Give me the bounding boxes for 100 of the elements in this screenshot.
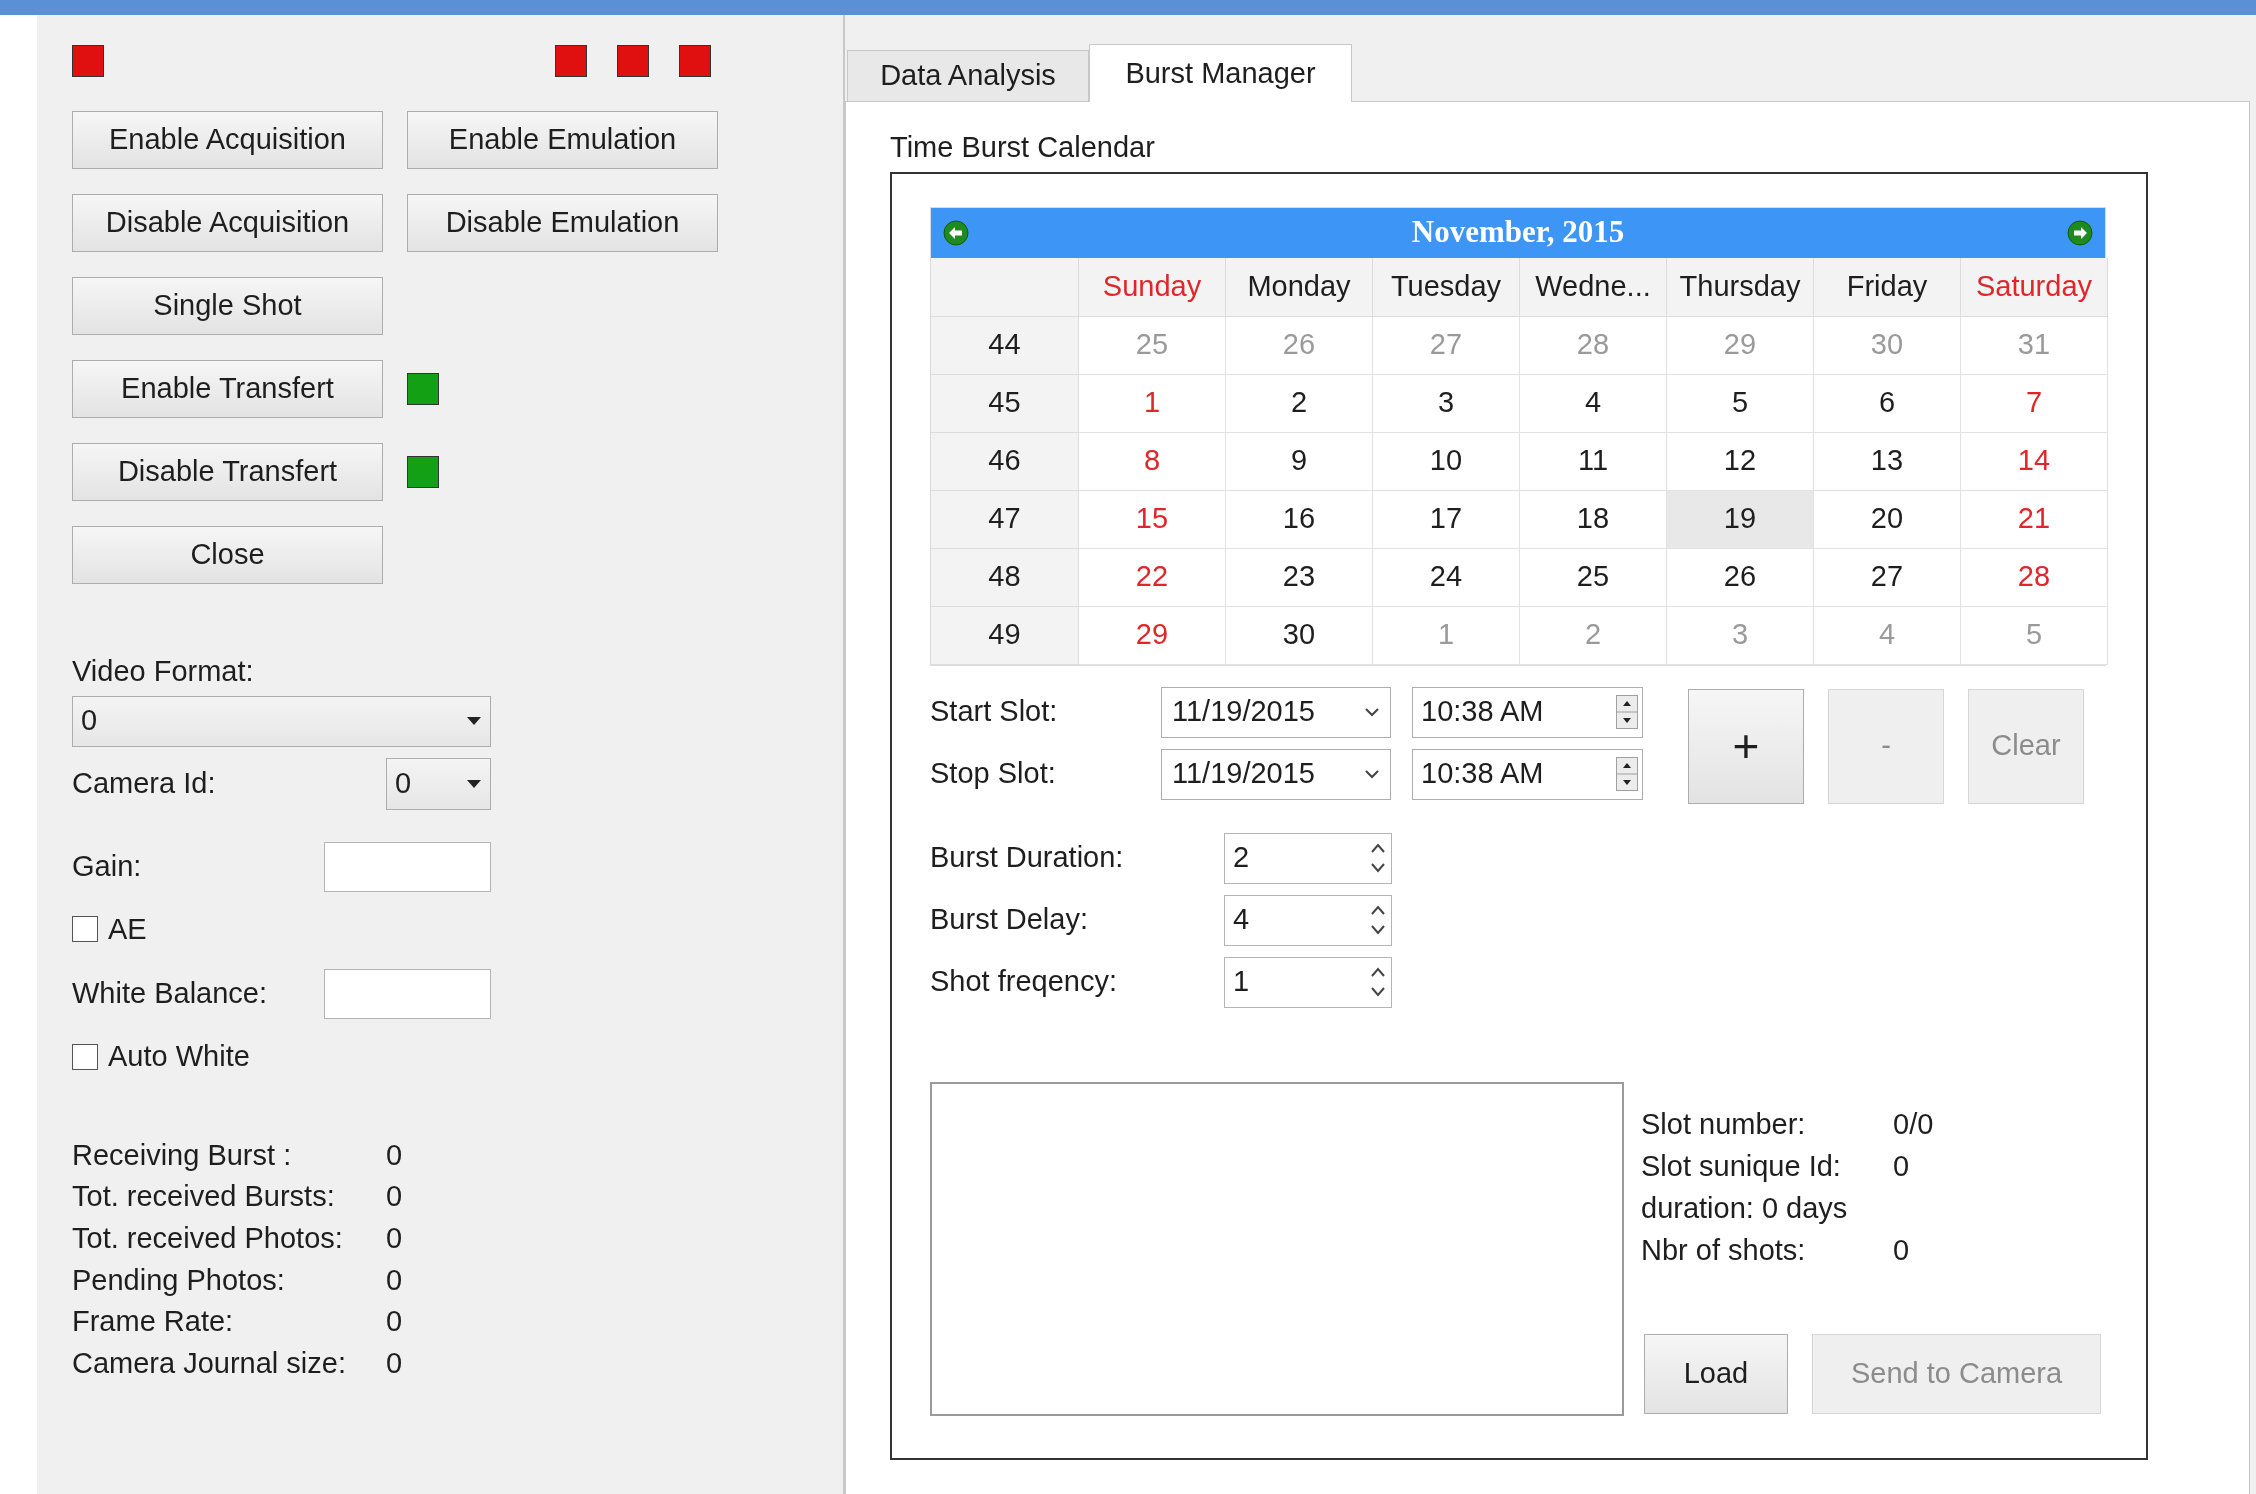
action-button[interactable]: Close [72,526,383,584]
action-button[interactable]: Enable Transfert [72,360,383,418]
checkbox-label: AE [108,911,147,947]
number-spinbox[interactable]: 1 [1224,956,1392,1008]
slot-label: Stop Slot: [930,756,1057,792]
day-cell[interactable]: 17 [1373,490,1520,549]
action-button[interactable]: Enable Emulation [407,111,718,169]
checkbox[interactable] [72,1043,98,1070]
weekday-header: Sunday [1079,257,1226,317]
week-number: 49 [931,606,1079,665]
day-cell[interactable]: 15 [1079,490,1226,549]
day-cell[interactable]: 4 [1520,374,1667,433]
next-month-icon[interactable] [2067,219,2093,246]
field-label: Gain: [72,848,142,884]
day-cell[interactable]: 6 [1814,374,1961,433]
previous-month-icon[interactable] [943,219,969,246]
day-cell[interactable]: 25 [1520,548,1667,607]
number-spinbox[interactable]: 2 [1224,832,1392,884]
day-cell[interactable]: 11 [1520,432,1667,491]
stat-label: Camera Journal size: [72,1346,347,1382]
field-label: White Balance: [72,976,268,1012]
day-cell[interactable]: 29 [1079,606,1226,665]
info-value: 0 [1893,1148,1910,1184]
action-button[interactable]: Disable Transfert [72,443,383,501]
day-cell[interactable]: 1 [1079,374,1226,433]
weekday-header: Wedne... [1520,257,1667,317]
group-title: Time Burst Calendar [890,130,1156,165]
day-cell[interactable]: 26 [1667,548,1814,607]
weekday-header: Friday [1814,257,1961,317]
date-dropdown[interactable]: 11/19/2015 [1161,748,1391,800]
day-cell[interactable]: 12 [1667,432,1814,491]
stat-label: Pending Photos: [72,1262,286,1298]
day-cell[interactable]: 16 [1226,490,1373,549]
day-cell[interactable]: 21 [1961,490,2108,549]
video-format-dropdown[interactable]: 0 [72,695,491,747]
week-number: 45 [931,374,1079,433]
spin-arrows-icon[interactable] [1616,695,1638,729]
day-cell[interactable]: 3 [1373,374,1520,433]
camera-id-dropdown[interactable]: 0 [386,757,491,810]
time-spinbox[interactable]: 10:38 AM [1412,748,1643,800]
day-cell[interactable]: 8 [1079,432,1226,491]
day-cell[interactable]: 19 [1667,490,1814,549]
week-number: 44 [931,316,1079,375]
gain-input[interactable] [324,841,491,892]
dropdown-caret-icon [466,716,482,726]
day-cell[interactable]: 2 [1226,374,1373,433]
balance-input[interactable] [324,969,491,1019]
stat-value: 0 [386,1346,403,1382]
stat-label: Frame Rate: [72,1304,235,1340]
checkbox-label: Auto White [108,1039,250,1074]
day-cell[interactable]: 18 [1520,490,1667,549]
stat-value: 0 [386,1262,403,1298]
setting-label: Shot freqency: [930,964,1118,1000]
stat-label: Tot. received Photos: [72,1220,344,1256]
day-cell[interactable]: 5 [1667,374,1814,433]
date-dropdown[interactable]: 11/19/2015 [1161,686,1391,738]
stat-label: Tot. received Bursts: [72,1179,336,1215]
action-button[interactable]: + [1688,688,1804,804]
tab[interactable]: Burst Manager [1089,44,1352,102]
action-button[interactable]: Enable Acquisition [72,111,383,169]
weekday-header: Monday [1226,257,1373,317]
action-button[interactable]: Disable Emulation [407,194,718,252]
day-cell[interactable]: 14 [1961,432,2108,491]
day-cell[interactable]: 22 [1079,548,1226,607]
info-label: duration: 0 days [1641,1190,1848,1226]
stat-value: 0 [386,1220,403,1256]
day-cell[interactable]: 27 [1814,548,1961,607]
day-cell[interactable]: 10 [1373,432,1520,491]
dropdown-caret-icon [466,778,482,789]
weekday-header: Thursday [1667,257,1814,317]
day-cell[interactable]: 24 [1373,548,1520,607]
day-cell[interactable]: 28 [1961,548,2108,607]
time-spinbox[interactable]: 10:38 AM [1412,686,1643,738]
week-number: 46 [931,432,1079,491]
day-cell[interactable]: 23 [1226,548,1373,607]
number-spinbox[interactable]: 4 [1224,894,1392,946]
setting-label: Burst Duration: [930,840,1125,876]
day-cell[interactable]: 9 [1226,432,1373,491]
info-value: 0 [1893,1232,1910,1268]
weekday-header: Tuesday [1373,257,1520,317]
day-cell[interactable]: 30 [1226,606,1373,665]
stat-label: Receiving Burst : [72,1137,293,1173]
field-label: Camera Id: [72,765,216,801]
action-button[interactable]: Load [1644,1333,1788,1414]
day-cell[interactable]: 7 [1961,374,2108,433]
weekday-header: Saturday [1961,257,2108,317]
spin-arrows-icon[interactable] [1616,757,1638,791]
action-button[interactable]: Single Shot [72,277,383,335]
day-cell[interactable]: 13 [1814,432,1961,491]
stat-value: 0 [386,1137,403,1173]
week-number: 48 [931,548,1079,607]
info-label: Nbr of shots: [1641,1232,1807,1268]
setting-label: Burst Delay: [930,902,1089,938]
info-value: 0/0 [1893,1106,1934,1142]
day-cell[interactable]: 20 [1814,490,1961,549]
tab[interactable]: Data Analysis [847,50,1089,101]
action-button[interactable]: Disable Acquisition [72,194,383,252]
checkbox[interactable] [72,916,98,943]
week-number: 47 [931,490,1079,549]
slot-label: Start Slot: [930,694,1059,730]
